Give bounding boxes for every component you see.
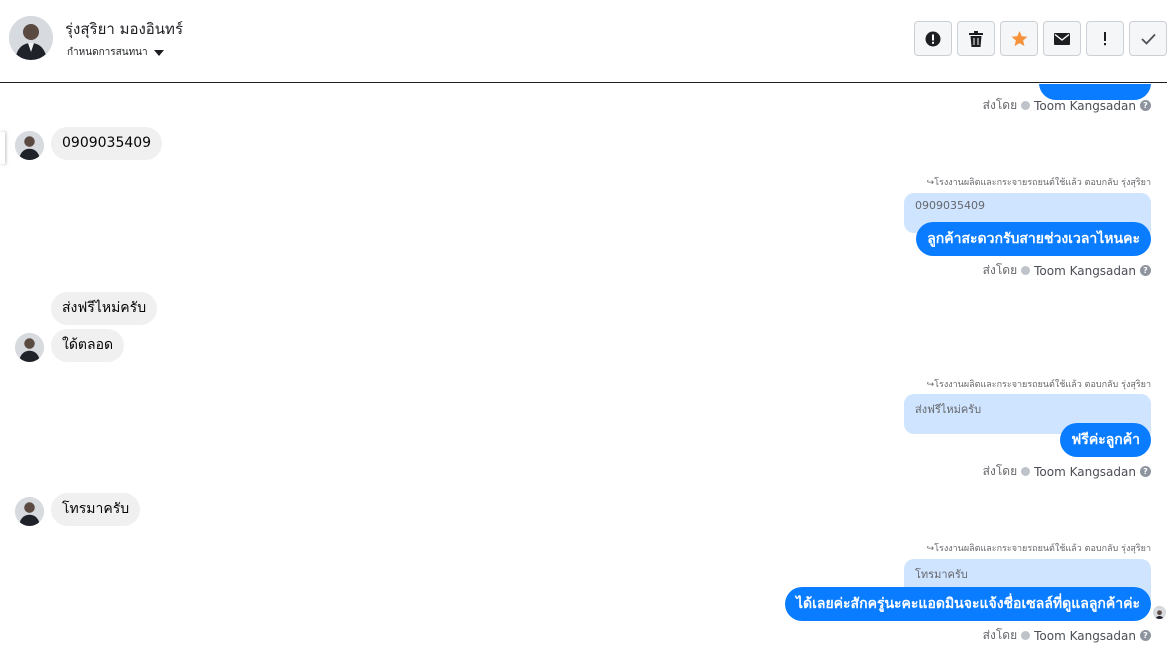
help-icon[interactable]: ? bbox=[1140, 265, 1151, 276]
help-icon[interactable]: ? bbox=[1140, 466, 1151, 477]
agent-name: Toom Kangsadan bbox=[1034, 628, 1136, 643]
mark-spam-button[interactable] bbox=[914, 21, 952, 56]
verified-icon bbox=[1021, 467, 1031, 476]
verified-icon bbox=[1021, 101, 1031, 110]
sent-by-label: ส่งโดย Toom Kangsadan ? bbox=[983, 626, 1151, 645]
header-toolbar bbox=[914, 21, 1167, 56]
incoming-message-bubble[interactable]: ส่งฟรีไหม่ครับ bbox=[51, 292, 158, 325]
star-button[interactable] bbox=[1000, 21, 1038, 56]
help-icon[interactable]: ? bbox=[1140, 630, 1151, 641]
seen-avatar bbox=[1153, 606, 1166, 619]
agent-name: Toom Kangsadan bbox=[1034, 98, 1136, 113]
reply-context-note: ↪โรงงานผลิตและกระจายรถยนต์ใช้แล้ว ตอบกลั… bbox=[926, 544, 1151, 554]
envelope-icon bbox=[1054, 32, 1070, 45]
delete-button[interactable] bbox=[957, 21, 995, 56]
sent-by-label: ส่งโดย Toom Kangsadan ? bbox=[983, 462, 1151, 481]
conversation-options-label: กำหนดการสนทนา bbox=[67, 47, 148, 58]
help-icon[interactable]: ? bbox=[1140, 100, 1151, 111]
side-panel-handle[interactable] bbox=[0, 132, 5, 164]
outgoing-message-bubble[interactable]: ลูกค้าสะดวกรับสายช่วงเวลาไหนคะ bbox=[916, 222, 1151, 256]
important-button[interactable] bbox=[1086, 21, 1124, 56]
verified-icon bbox=[1021, 631, 1031, 640]
contact-avatar-small bbox=[15, 131, 44, 160]
sent-by-label: ส่งโดย Toom Kangsadan ? bbox=[983, 96, 1151, 115]
outgoing-message-bubble[interactable]: ฟรีค่ะลูกค้า bbox=[1060, 423, 1151, 457]
contact-avatar-small bbox=[15, 497, 44, 526]
agent-name: Toom Kangsadan bbox=[1034, 263, 1136, 278]
outgoing-message-bubble[interactable]: ได้เลยค่ะสักครู่นะคะแอดมินจะแจ้งชื่อเซลล… bbox=[784, 587, 1151, 621]
incoming-message-bubble[interactable]: ใด้ตลอด bbox=[51, 329, 125, 362]
message-thread[interactable]: ส่งโดย Toom Kangsadan ? 0909035409 ↪โรงง… bbox=[0, 84, 1167, 648]
conversation-header: รุ่งสุริยา มองอินทร์ กำหนดการสนทนา bbox=[0, 0, 1167, 83]
checkmark-icon bbox=[1140, 33, 1156, 45]
alert-circle-icon bbox=[925, 31, 941, 47]
conversation-options-dropdown[interactable]: กำหนดการสนทนา bbox=[67, 45, 164, 60]
reply-context-note: ↪โรงงานผลิตและกระจายรถยนต์ใช้แล้ว ตอบกลั… bbox=[926, 178, 1151, 188]
contact-avatar-small bbox=[15, 333, 44, 362]
exclamation-icon bbox=[1103, 31, 1107, 46]
verified-icon bbox=[1021, 266, 1031, 275]
star-icon bbox=[1011, 30, 1028, 47]
trash-icon bbox=[969, 30, 983, 47]
incoming-message-bubble[interactable]: 0909035409 bbox=[51, 127, 163, 160]
reply-context-note: ↪โรงงานผลิตและกระจายรถยนต์ใช้แล้ว ตอบกลั… bbox=[926, 380, 1151, 390]
sent-by-label: ส่งโดย Toom Kangsadan ? bbox=[983, 261, 1151, 280]
mark-done-button[interactable] bbox=[1129, 21, 1167, 56]
agent-name: Toom Kangsadan bbox=[1034, 464, 1136, 479]
caret-down-icon bbox=[153, 49, 164, 56]
mark-unread-button[interactable] bbox=[1043, 21, 1081, 56]
contact-name[interactable]: รุ่งสุริยา มองอินทร์ bbox=[65, 17, 183, 41]
contact-avatar[interactable] bbox=[9, 16, 53, 60]
incoming-message-bubble[interactable]: โทรมาครับ bbox=[51, 493, 141, 526]
